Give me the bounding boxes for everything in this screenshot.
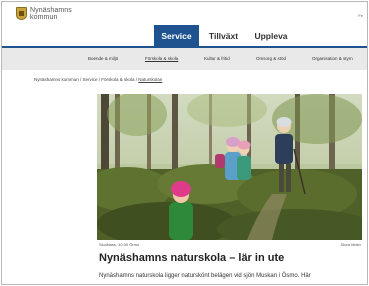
subnav-item-forskola[interactable]: Förskola & skola [145, 56, 178, 61]
photo-enlarge-link[interactable]: Stora bilder [341, 242, 361, 247]
hero-photo [97, 94, 362, 240]
breadcrumb-current: Naturskolan [138, 77, 163, 82]
tab-tillvaxt[interactable]: Tillväxt [200, 25, 247, 46]
municipality-crest-icon [16, 7, 27, 20]
page-title: Nynäshamns naturskola – lär in ute [99, 252, 285, 264]
sub-navigation: Boende & miljö Förskola & skola Kultur &… [2, 46, 367, 70]
photo-caption: Skolklass, 10:30 Örmo [99, 242, 140, 247]
article-intro: Nynäshamns naturskola ligger naturskönt … [99, 273, 311, 279]
logo-line-1: Nynäshamns [30, 7, 72, 14]
site-header: Nynäshamns kommun Fe Service Tillväxt Up… [2, 2, 367, 46]
subnav-item-organisation[interactable]: Organisation & styrn [312, 56, 353, 61]
breadcrumb-path[interactable]: Nynäshamns kommun / Service / Förskola &… [34, 77, 138, 82]
main-tabs: Service Tillväxt Uppleva [154, 25, 295, 46]
tab-uppleva[interactable]: Uppleva [247, 25, 295, 46]
tab-service[interactable]: Service [154, 25, 199, 46]
logo-text: Nynäshamns kommun [30, 7, 72, 21]
breadcrumb: Nynäshamns kommun / Service / Förskola &… [34, 77, 162, 82]
site-logo[interactable]: Nynäshamns kommun [16, 7, 72, 21]
header-corner-link[interactable]: Fe [358, 13, 363, 18]
forest-children-photo [97, 94, 362, 240]
browser-viewport: Nynäshamns kommun Fe Service Tillväxt Up… [1, 1, 368, 285]
subnav-item-kultur[interactable]: Kultur & fritid [204, 56, 230, 61]
subnav-item-omsorg[interactable]: Omsorg & stöd [256, 56, 286, 61]
subnav-item-boende[interactable]: Boende & miljö [88, 56, 118, 61]
logo-line-2: kommun [30, 14, 58, 21]
